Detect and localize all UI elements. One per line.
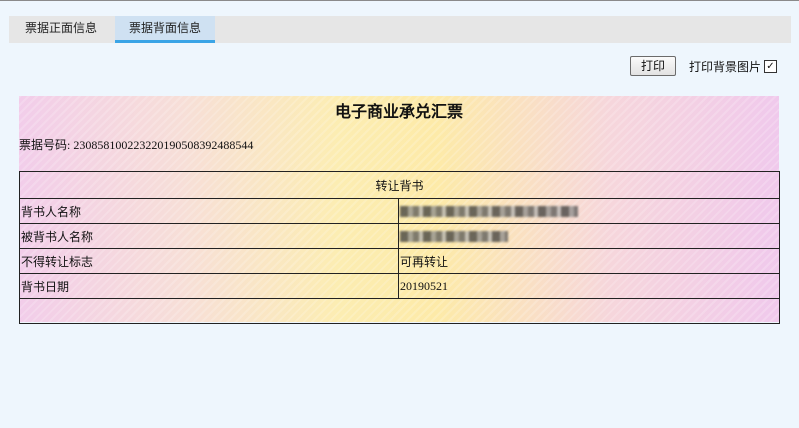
endorsement-header-row: 转让背书 [18,171,781,199]
endorser-name-label: 背书人名称 [19,198,399,224]
print-background-checkbox[interactable]: ✓ [764,59,777,73]
endorser-name-value [397,198,781,224]
table-row: 不得转让标志 可再转让 [19,248,781,274]
redacted-text [400,231,508,242]
bill-number-value: 230858100223220190508392488544 [73,138,254,152]
table-row: 背书日期 20190521 [19,273,781,299]
tab-front-info[interactable]: 票据正面信息 [9,16,113,43]
redacted-text [400,206,578,217]
endorsement-date-label: 背书日期 [19,273,399,299]
bill-title: 电子商业承兑汇票 [334,102,463,121]
print-button[interactable]: 打印 [629,56,676,76]
table-row-empty [18,298,781,324]
endorsee-name-label: 被背书人名称 [19,223,399,249]
no-transfer-flag-label: 不得转让标志 [19,248,399,274]
tab-back-info[interactable]: 票据背面信息 [115,16,215,43]
endorsement-date-value: 20190521 [397,273,781,299]
endorsement-table: 转让背书 背书人名称 被背书人名称 不得转让标志 可再转让 背书日期 20190… [18,171,781,324]
table-row: 被背书人名称 [19,223,781,249]
no-transfer-flag-value: 可再转让 [397,248,781,274]
bill-number-label: 票据号码: [19,138,71,152]
endorsement-header: 转让背书 [18,171,781,199]
endorsee-name-value [397,223,781,249]
print-toolbar: 打印 打印背景图片 ✓ [629,55,777,77]
table-row: 背书人名称 [19,198,781,224]
empty-cell [18,298,781,324]
bill-number: 票据号码: 230858100223220190508392488544 [19,136,253,153]
bill-back-panel: 电子商业承兑汇票 票据号码: 2308581002232201905083924… [18,96,781,324]
print-background-label: 打印背景图片 [688,59,761,74]
tab-bar: 票据正面信息 票据背面信息 [9,16,791,43]
